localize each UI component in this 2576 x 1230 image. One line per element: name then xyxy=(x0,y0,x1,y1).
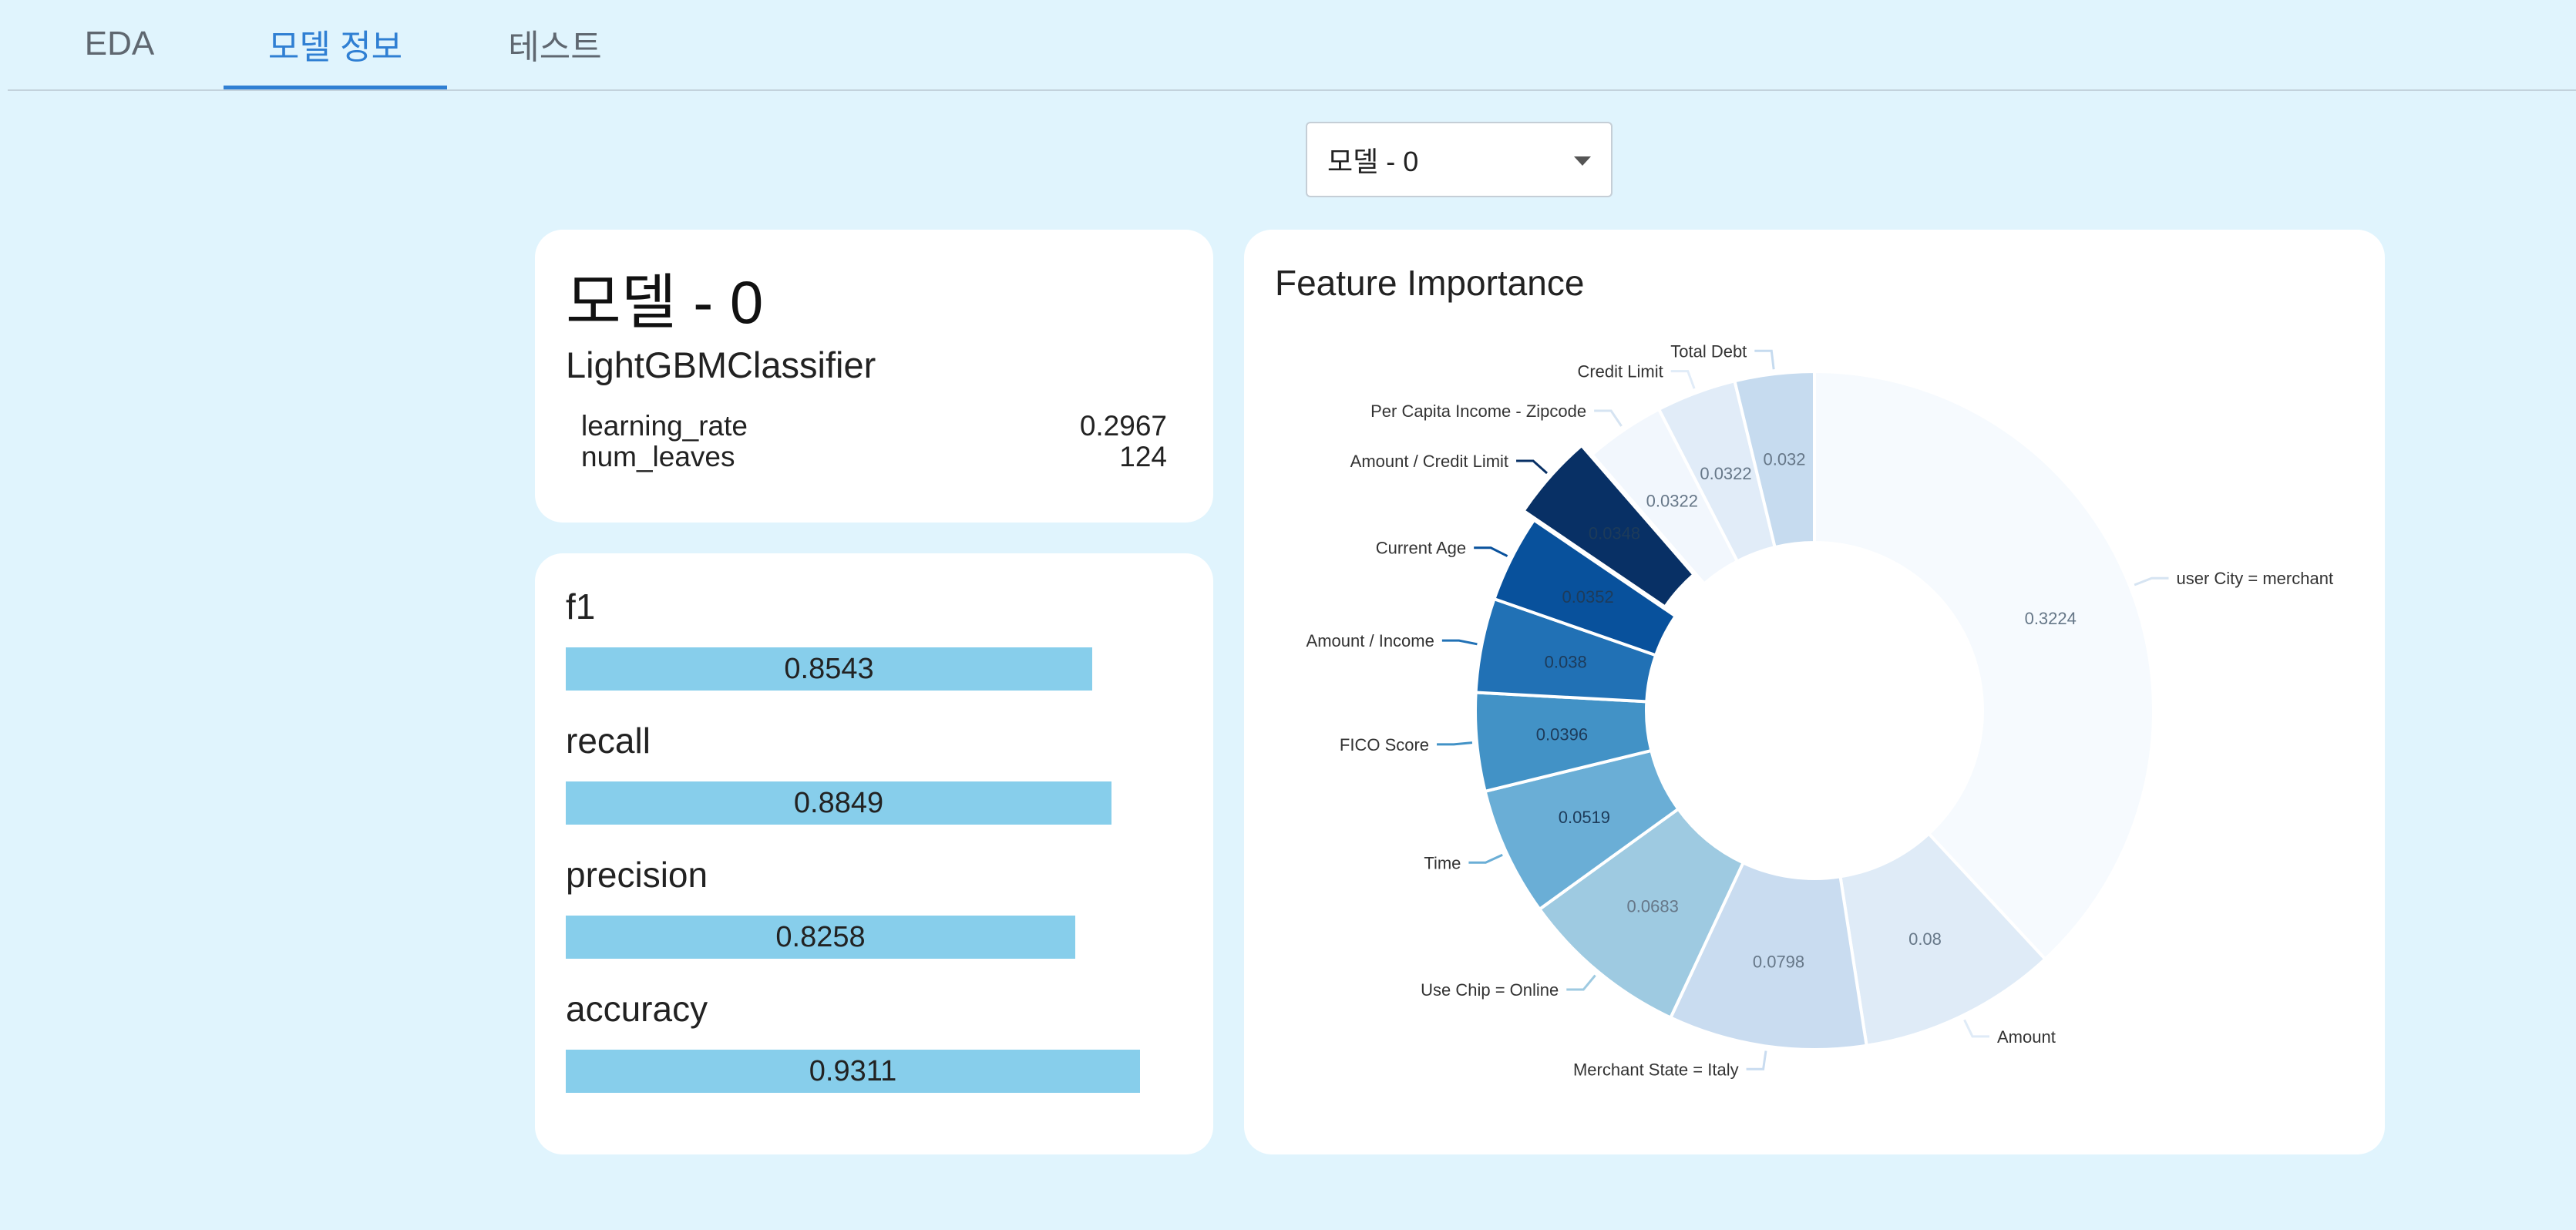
slice-value-label: 0.0683 xyxy=(1627,896,1679,916)
metrics-card: f1 0.8543 recall 0.8849 precision 0.8258… xyxy=(535,553,1213,1154)
model-title: 모델 - 0 xyxy=(566,268,764,336)
label-leader-line xyxy=(1566,974,1596,991)
param-value: 124 xyxy=(1119,441,1167,472)
label-leader-line xyxy=(1516,459,1549,475)
model-select[interactable]: 모델 - 0 xyxy=(1306,122,1613,197)
metric-value-precision: 0.8258 xyxy=(775,920,866,953)
label-leader-line xyxy=(1437,741,1473,746)
model-info-card: 모델 - 0 LightGBMClassifier learning_rate … xyxy=(535,230,1213,523)
param-row: learning_rate 0.2967 xyxy=(581,410,1167,442)
slice-category-label: user City = merchant xyxy=(2176,569,2333,588)
label-leader-line xyxy=(1474,546,1508,557)
label-leader-line xyxy=(1754,349,1775,370)
slice-value-label: 0.0798 xyxy=(1753,953,1804,972)
slice-value-label: 0.038 xyxy=(1545,652,1587,671)
label-leader-line xyxy=(1441,639,1478,646)
slice-category-label: Amount / Credit Limit xyxy=(1350,452,1508,471)
slice-category-label: Time xyxy=(1424,853,1461,872)
label-leader-line xyxy=(1468,853,1503,864)
metric-value-recall: 0.8849 xyxy=(793,786,884,819)
slice-category-label: Amount xyxy=(1997,1027,2056,1047)
slice-category-label: Merchant State = Italy xyxy=(1573,1060,1739,1079)
param-name: num_leaves xyxy=(581,441,735,472)
slice-value-label: 0.0352 xyxy=(1562,587,1613,607)
metric-bar-f1: 0.8543 xyxy=(566,647,1092,691)
active-tab-indicator xyxy=(224,86,447,89)
model-classifier: LightGBMClassifier xyxy=(566,344,876,385)
metric-value-accuracy: 0.9311 xyxy=(809,1054,897,1087)
model-select-value: 모델 - 0 xyxy=(1327,146,1419,177)
tab-model-info-label: 모델 정보 xyxy=(267,29,403,66)
slice-value-label: 0.0322 xyxy=(1700,464,1751,483)
slice-category-label: Per Capita Income - Zipcode xyxy=(1370,402,1586,421)
label-leader-line xyxy=(1670,370,1696,389)
metric-value-f1: 0.8543 xyxy=(784,652,874,685)
metric-label-precision: precision xyxy=(566,855,708,895)
param-name: learning_rate xyxy=(581,410,748,442)
label-leader-line xyxy=(2134,576,2169,586)
label-leader-line xyxy=(1963,1019,1990,1038)
slice-category-label: FICO Score xyxy=(1340,735,1429,754)
slice-category-label: Total Debt xyxy=(1670,341,1747,361)
label-leader-line xyxy=(1746,1050,1767,1070)
param-value: 0.2967 xyxy=(1079,410,1167,442)
metric-bar-precision: 0.8258 xyxy=(566,916,1075,959)
slice-value-label: 0.0396 xyxy=(1536,725,1588,744)
feature-importance-donut-chart: 0.3224 user City = merchant 0.08 Amount 0.07… xyxy=(1306,341,2334,1079)
tab-eda[interactable]: EDA xyxy=(54,0,185,88)
tab-test-label: 테스트 xyxy=(508,29,602,66)
metric-bar-recall: 0.8849 xyxy=(566,781,1111,825)
param-row: num_leaves 124 xyxy=(581,441,1167,473)
slice-category-label: Amount / Income xyxy=(1306,631,1434,650)
tab-model-info[interactable]: 모델 정보 xyxy=(224,0,447,89)
slice-category-label: Credit Limit xyxy=(1577,362,1663,381)
tab-eda-label: EDA xyxy=(84,25,155,62)
slice-category-label: Use Chip = Online xyxy=(1421,980,1559,1000)
slice-value-label: 0.3224 xyxy=(2025,609,2077,628)
slice-value-label: 0.032 xyxy=(1763,449,1805,469)
tab-test[interactable]: 테스트 xyxy=(470,0,640,88)
label-leader-line xyxy=(1594,409,1623,427)
metric-label-accuracy: accuracy xyxy=(566,989,708,1029)
slice-value-label: 0.08 xyxy=(1908,929,1942,949)
tab-bar: EDA 모델 정보 테스트 xyxy=(8,0,2576,91)
metric-bar-accuracy: 0.9311 xyxy=(566,1050,1140,1093)
metric-label-f1: f1 xyxy=(566,586,596,627)
slice-value-label: 0.0348 xyxy=(1589,524,1640,543)
slice-value-label: 0.0322 xyxy=(1646,492,1698,511)
metric-label-recall: recall xyxy=(566,721,651,761)
chevron-down-icon[interactable] xyxy=(1574,156,1591,166)
slice-value-label: 0.0519 xyxy=(1559,808,1610,827)
feature-importance-card: Feature Importance 0.3224 user City = mer… xyxy=(1244,230,2385,1154)
slice-category-label: Current Age xyxy=(1376,539,1466,558)
